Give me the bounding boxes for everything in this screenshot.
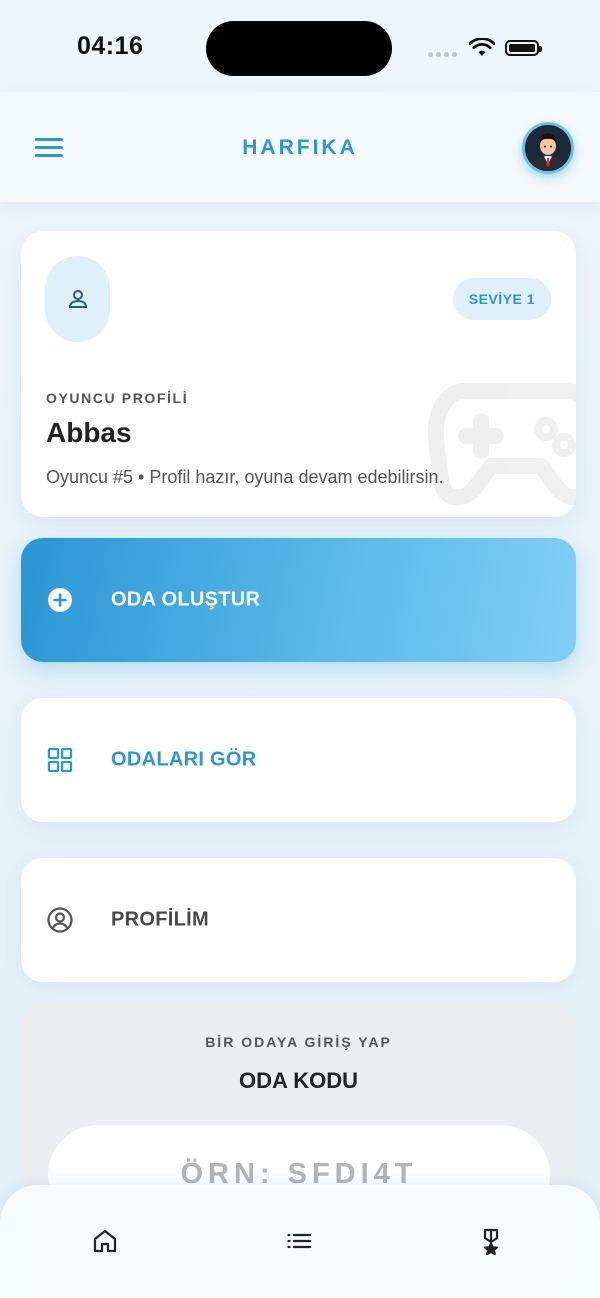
- app-title: HARFIKA: [242, 136, 358, 159]
- status-bar: 04:16: [0, 0, 600, 92]
- grid-icon: [47, 747, 73, 773]
- battery-icon: [505, 40, 542, 56]
- create-room-button[interactable]: ODA OLUŞTUR: [21, 538, 576, 662]
- gamepad-icon: [427, 383, 576, 506]
- player-name: Abbas: [46, 417, 132, 448]
- view-rooms-button[interactable]: ODALARI GÖR: [21, 698, 576, 822]
- room-code-title: ODA KODU: [239, 1068, 358, 1093]
- profile-subtitle: Oyuncu #5 • Profil hazır, oyuna devam ed…: [46, 467, 444, 487]
- create-room-label: ODA OLUŞTUR: [111, 588, 261, 611]
- signal-icon: [428, 52, 457, 57]
- app-header: HARFIKA: [0, 92, 600, 202]
- bottom-nav: [0, 1185, 600, 1298]
- level-badge: SEVİYE 1: [452, 278, 551, 320]
- user-circle-icon: [47, 907, 73, 933]
- player-profile-card: SEVİYE 1 OYUNCU PROFİLİ Abbas Oyuncu #5 …: [21, 231, 576, 517]
- profile-label: OYUNCU PROFİLİ: [46, 390, 189, 406]
- wifi-icon: [469, 38, 495, 56]
- user-avatar[interactable]: [522, 122, 574, 174]
- home-icon[interactable]: [91, 1227, 119, 1255]
- list-icon[interactable]: [285, 1227, 313, 1255]
- dynamic-island: [206, 21, 392, 76]
- plus-circle-icon: [48, 588, 72, 612]
- person-icon: [68, 290, 87, 308]
- person-badge: [45, 256, 110, 342]
- my-profile-button[interactable]: PROFİLİM: [21, 858, 576, 982]
- my-profile-label: PROFİLİM: [111, 908, 209, 931]
- view-rooms-label: ODALARI GÖR: [111, 748, 257, 771]
- status-time: 04:16: [77, 32, 144, 60]
- award-icon[interactable]: [477, 1227, 505, 1255]
- join-room-subtitle: BİR ODAYA GİRİŞ YAP: [205, 1034, 392, 1050]
